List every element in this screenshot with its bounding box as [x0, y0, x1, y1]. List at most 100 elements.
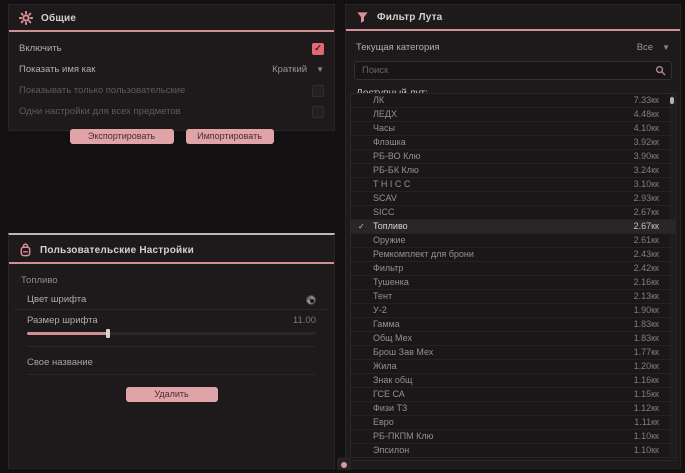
loot-value: 3.90кк	[634, 150, 659, 163]
name-mode-select[interactable]: Краткий ▼	[272, 64, 324, 75]
slider-thumb[interactable]	[106, 329, 110, 338]
loot-row[interactable]: Тент 2.13кк	[351, 290, 675, 304]
bottom-handle-icon[interactable]	[337, 457, 351, 470]
funnel-icon	[356, 11, 369, 24]
loot-name: Ремкомплект для брони	[373, 248, 565, 261]
loot-row[interactable]: Оружие 2.61кк	[351, 234, 675, 248]
loot-filter-title: Фильтр Лута	[377, 12, 442, 23]
loot-name: РБ-ПКПМ Клю	[373, 430, 565, 443]
loot-name: Топливо	[373, 220, 565, 233]
loot-name: 0.2BTC	[373, 458, 565, 461]
loot-value: 1.20кк	[634, 360, 659, 373]
loot-row[interactable]: Часы 4.10кк	[351, 122, 675, 136]
loot-row[interactable]: ЛЕДХ 4.48кк	[351, 108, 675, 122]
loot-row[interactable]: ЛК 7.33кк	[351, 94, 675, 108]
loot-row[interactable]: Флэшка 3.92кк	[351, 136, 675, 150]
same-settings-checkbox[interactable]: ✓	[312, 106, 324, 118]
loot-row[interactable]: РБ-ВО Клю 3.90кк	[351, 150, 675, 164]
font-size-row: Размер шрифта 11.00	[15, 312, 328, 328]
loot-row[interactable]: Общ Мех 1.83кк	[351, 332, 675, 346]
mod-config-page: Общие Включить ✓ Показать имя как Кратки…	[0, 0, 685, 473]
name-mode-label: Показать имя как	[19, 64, 95, 75]
only-custom-label: Показывать только пользовательские	[19, 85, 185, 96]
same-settings-row: Одни настройки для всех предметов ✓	[9, 101, 334, 122]
loot-name: Общ Мех	[373, 332, 565, 345]
color-palette-icon[interactable]	[306, 295, 316, 305]
loot-value: 1.10кк	[634, 444, 659, 457]
search-icon[interactable]	[655, 65, 666, 76]
chevron-down-icon: ▼	[316, 65, 324, 74]
font-size-label: Размер шрифта	[27, 315, 98, 326]
font-color-label: Цвет шрифта	[27, 294, 86, 305]
loot-value: 2.43кк	[634, 248, 659, 261]
user-settings-panel: Пользовательские Настройки Топливо Цвет …	[8, 233, 335, 469]
loot-name: Физи ТЗ	[373, 402, 565, 415]
loot-row[interactable]: У-2 1.90кк	[351, 304, 675, 318]
search-input[interactable]	[360, 64, 655, 77]
loot-value: 4.10кк	[634, 122, 659, 135]
loot-row[interactable]: РБ-ПКПМ Клю 1.10кк	[351, 430, 675, 444]
search-box	[354, 61, 672, 80]
loot-value: 7.33кк	[634, 94, 659, 107]
loot-row[interactable]: Физи ТЗ 1.12кк	[351, 402, 675, 416]
loot-value: 2.61кк	[634, 234, 659, 247]
loot-name: ГСЕ СА	[373, 388, 565, 401]
loot-value: 1.16кк	[634, 374, 659, 387]
loot-name: Фильтр	[373, 262, 565, 275]
loot-name: ЛЕДХ	[373, 108, 565, 121]
general-panel-divider	[9, 30, 334, 32]
loot-name: ЛК	[373, 94, 565, 107]
loot-value: 1.90кк	[634, 304, 659, 317]
loot-value: 2.67кк	[634, 220, 659, 233]
loot-row[interactable]: Эпсилон 1.10кк	[351, 444, 675, 458]
delete-row: Удалить	[9, 387, 334, 402]
font-size-value: 11.00	[293, 315, 316, 326]
loot-value: 3.10кк	[634, 178, 659, 191]
loot-value: 1.77кк	[634, 346, 659, 359]
loot-name: РБ-ВО Клю	[373, 150, 565, 163]
loot-list: ЛК 7.33кк ЛЕДХ 4.48кк Часы 4.10кк Флэшка…	[350, 93, 676, 461]
import-button[interactable]: Импортировать	[186, 129, 274, 144]
loot-row[interactable]: Тушенка 2.16кк	[351, 276, 675, 290]
only-custom-checkbox[interactable]: ✓	[312, 85, 324, 97]
name-mode-row: Показать имя как Краткий ▼	[9, 59, 334, 80]
loot-name: Гамма	[373, 318, 565, 331]
enable-label: Включить	[19, 43, 62, 54]
loot-row[interactable]: T H I C C 3.10кк	[351, 178, 675, 192]
loot-value: 3.92кк	[634, 136, 659, 149]
loot-row[interactable]: SICC 2.67кк	[351, 206, 675, 220]
loot-row[interactable]: ✓ Топливо 2.67кк	[351, 220, 675, 234]
loot-name: T H I C C	[373, 178, 565, 191]
general-panel: Общие Включить ✓ Показать имя как Кратки…	[8, 4, 335, 131]
custom-name-input[interactable]	[27, 355, 316, 375]
general-panel-header: Общие	[9, 5, 334, 30]
loot-row[interactable]: РБ-БК Клю 3.24кк	[351, 164, 675, 178]
loot-row[interactable]: Брош Зав Мех 1.77кк	[351, 346, 675, 360]
enable-checkbox[interactable]: ✓	[312, 43, 324, 55]
loot-value: 1.83кк	[634, 332, 659, 345]
loot-row[interactable]: Фильтр 2.42кк	[351, 262, 675, 276]
loot-row[interactable]: Евро 1.11кк	[351, 416, 675, 430]
category-select[interactable]: Все ▼	[637, 42, 670, 53]
loot-name: Часы	[373, 122, 565, 135]
loot-row[interactable]: Жила 1.20кк	[351, 360, 675, 374]
delete-button[interactable]: Удалить	[126, 387, 218, 402]
loot-row[interactable]: SCAV 2.93кк	[351, 192, 675, 206]
loot-row[interactable]: ГСЕ СА 1.15кк	[351, 388, 675, 402]
name-mode-value: Краткий	[272, 64, 307, 75]
backpack-icon	[19, 243, 32, 257]
loot-row[interactable]: Гамма 1.83кк	[351, 318, 675, 332]
export-button[interactable]: Экспортировать	[70, 129, 174, 144]
category-label: Текущая категория	[356, 42, 440, 53]
user-settings-title: Пользовательские Настройки	[40, 245, 194, 256]
loot-row[interactable]: Ремкомплект для брони 2.43кк	[351, 248, 675, 262]
user-settings-divider	[9, 262, 334, 264]
font-size-slider[interactable]	[27, 330, 316, 347]
loot-row[interactable]: 0.2BTC 1.05кк	[351, 458, 675, 461]
loot-name: Жила	[373, 360, 565, 373]
same-settings-label: Одни настройки для всех предметов	[19, 106, 181, 117]
only-custom-row: Показывать только пользовательские ✓	[9, 80, 334, 101]
loot-name: Флэшка	[373, 136, 565, 149]
loot-row[interactable]: Знак общ 1.16кк	[351, 374, 675, 388]
chevron-down-icon: ▼	[662, 43, 670, 52]
